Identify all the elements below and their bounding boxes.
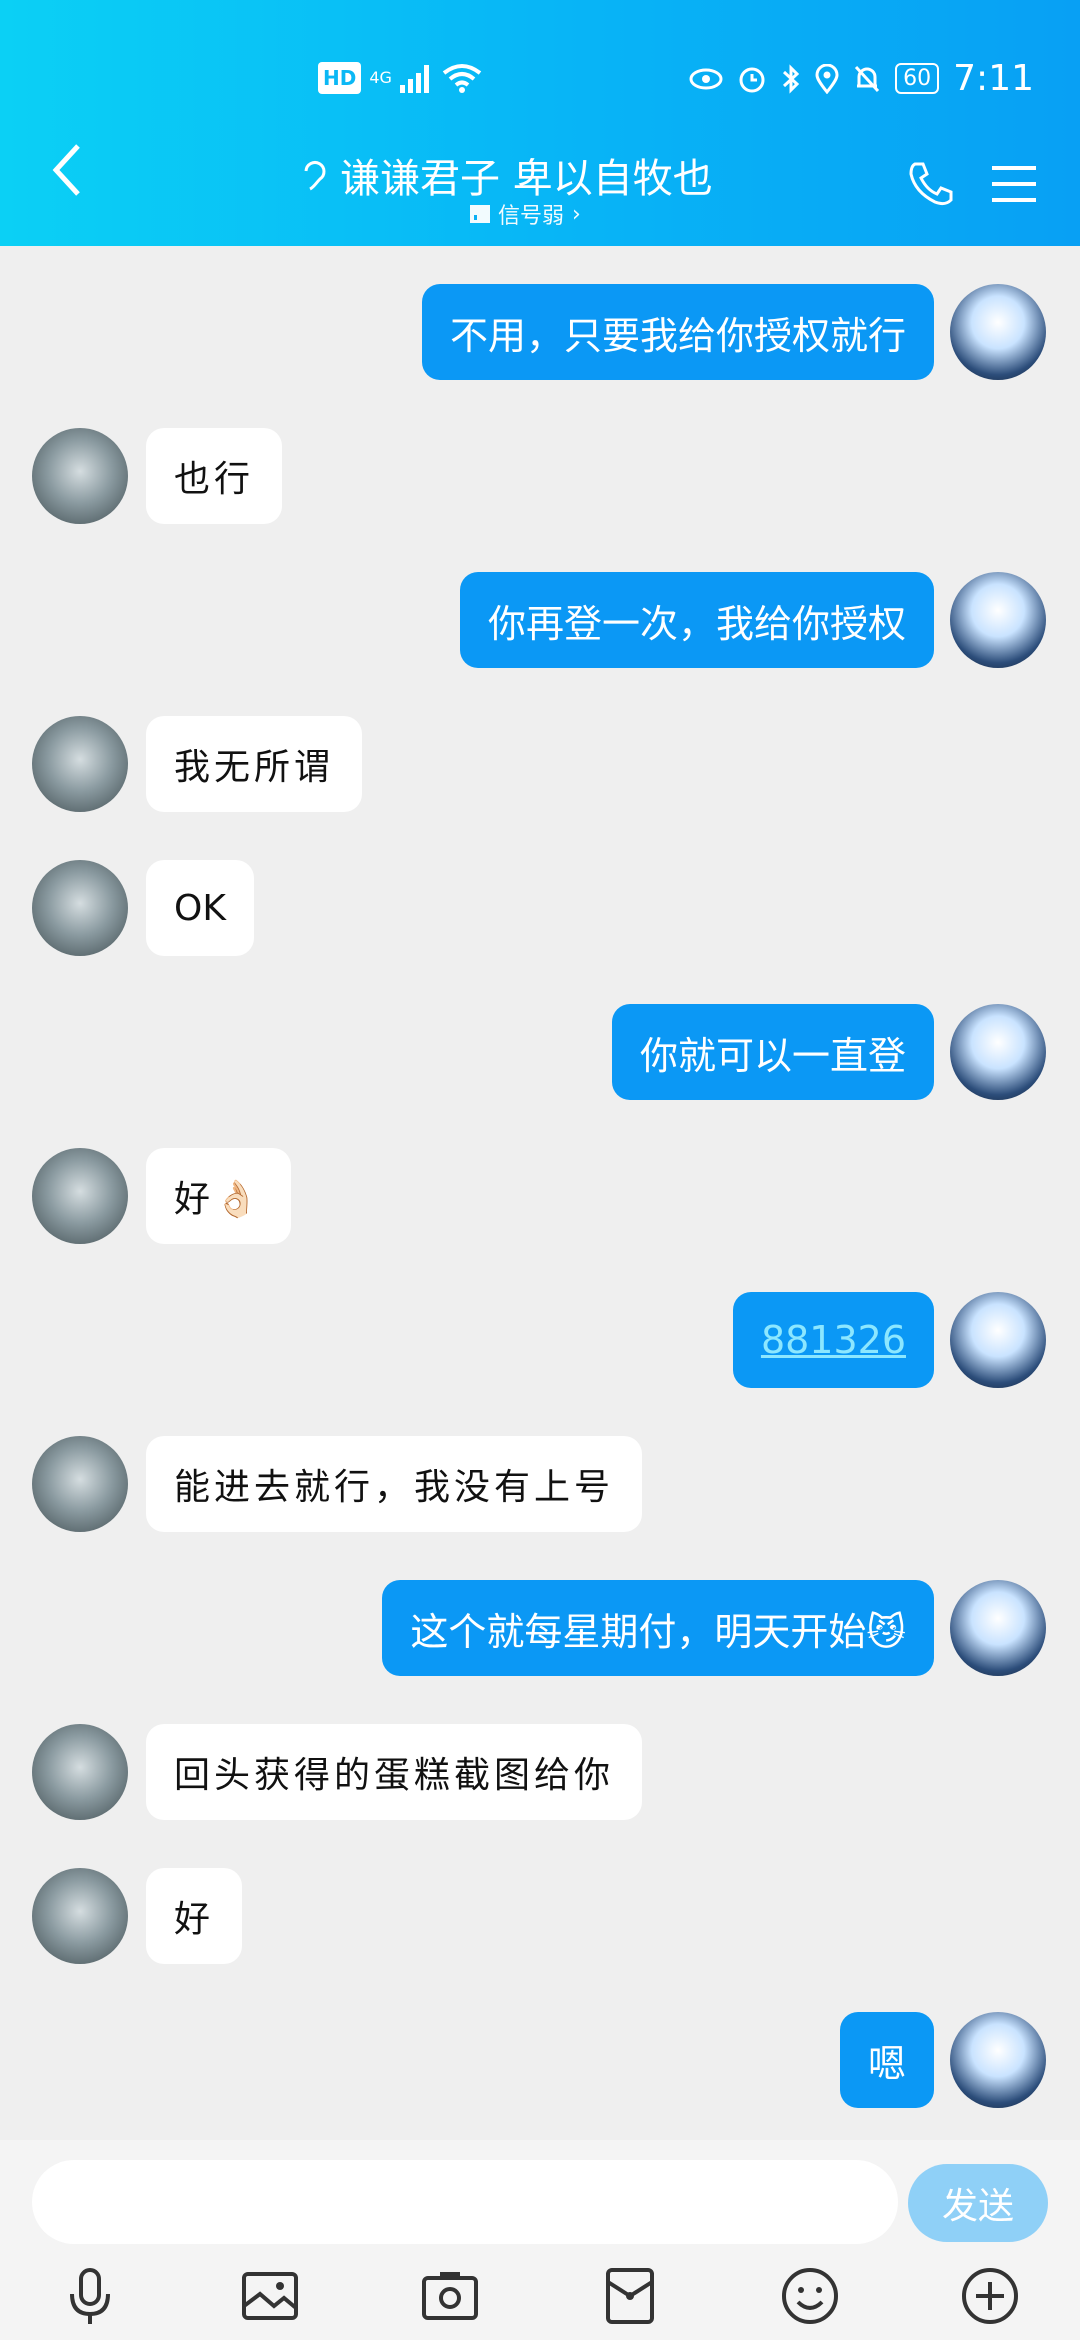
number-link[interactable]: 881326 (761, 1318, 906, 1362)
message-bubble-outgoing[interactable]: 881326 (732, 1292, 934, 1388)
signal-text: 信号弱 (498, 204, 565, 229)
message-bubble-incoming[interactable]: 好👌🏻 (146, 1148, 291, 1244)
emoji-icon[interactable] (780, 2266, 840, 2326)
alarm-icon (739, 67, 765, 92)
chat-header: HD 4G 60 7:11 谦谦君子 卑以自牧也 信号弱 › (0, 0, 1080, 246)
message-bubble-incoming[interactable]: OK (146, 860, 254, 956)
contact-avatar[interactable] (32, 860, 128, 956)
message-input[interactable] (32, 2160, 898, 2244)
message-bubble-outgoing[interactable]: 嗯 (839, 2012, 934, 2108)
my-avatar[interactable] (950, 1004, 1046, 1100)
chat-title: 谦谦君子 卑以自牧也 (300, 146, 713, 204)
eye-icon (689, 68, 723, 89)
bluetooth-icon (783, 63, 800, 94)
wifi-icon (442, 64, 482, 93)
my-avatar[interactable] (950, 572, 1046, 668)
back-icon[interactable] (48, 140, 88, 200)
network-type: 4G (369, 68, 392, 87)
hd-badge: HD (318, 62, 362, 94)
image-icon[interactable] (240, 2266, 300, 2326)
message-bubble-incoming[interactable]: 好 (146, 1868, 243, 1964)
contact-avatar[interactable] (32, 1868, 128, 1964)
red-packet-icon[interactable] (600, 2266, 660, 2326)
mute-bell-icon (855, 65, 880, 92)
chevron-right-icon: › (572, 201, 581, 227)
message-bubble-incoming[interactable]: 回头获得的蛋糕截图给你 (146, 1724, 643, 1820)
status-bar: HD 4G 60 7:11 (0, 52, 1080, 104)
microphone-icon[interactable] (60, 2266, 120, 2326)
my-avatar[interactable] (950, 284, 1046, 380)
message-bubble-incoming[interactable]: 我无所谓 (146, 716, 363, 812)
input-bar: 发送 (0, 2140, 1080, 2340)
weak-signal-icon (470, 205, 490, 223)
menu-icon[interactable] (992, 164, 1036, 204)
ear-icon (304, 161, 326, 191)
contact-name: 谦谦君子 卑以自牧也 (340, 156, 713, 202)
signal-status[interactable]: 信号弱 › (470, 198, 581, 230)
phone-icon[interactable] (905, 160, 955, 210)
my-avatar[interactable] (950, 1292, 1046, 1388)
message-bubble-outgoing[interactable]: 这个就每星期付，明天开始😼 (382, 1580, 934, 1676)
time: 7:11 (953, 58, 1034, 99)
message-bubble-incoming[interactable]: 也行 (146, 428, 283, 524)
camera-icon[interactable] (420, 2266, 480, 2326)
message-bubble-outgoing[interactable]: 你再登一次，我给你授权 (459, 572, 934, 668)
contact-avatar[interactable] (32, 1436, 128, 1532)
cell-signal-icon (399, 65, 429, 93)
contact-avatar[interactable] (32, 1148, 128, 1244)
contact-avatar[interactable] (32, 716, 128, 812)
message-bubble-outgoing[interactable]: 你就可以一直登 (611, 1004, 934, 1100)
message-bubble-incoming[interactable]: 能进去就行，我没有上号 (146, 1436, 643, 1532)
message-bubble-outgoing[interactable]: 不用，只要我给你授权就行 (421, 284, 934, 380)
battery-level: 60 (895, 63, 940, 94)
plus-icon[interactable] (960, 2266, 1020, 2326)
my-avatar[interactable] (950, 1580, 1046, 1676)
location-icon (815, 63, 839, 94)
contact-avatar[interactable] (32, 428, 128, 524)
send-button[interactable]: 发送 (908, 2164, 1048, 2242)
contact-avatar[interactable] (32, 1724, 128, 1820)
my-avatar[interactable] (950, 2012, 1046, 2108)
